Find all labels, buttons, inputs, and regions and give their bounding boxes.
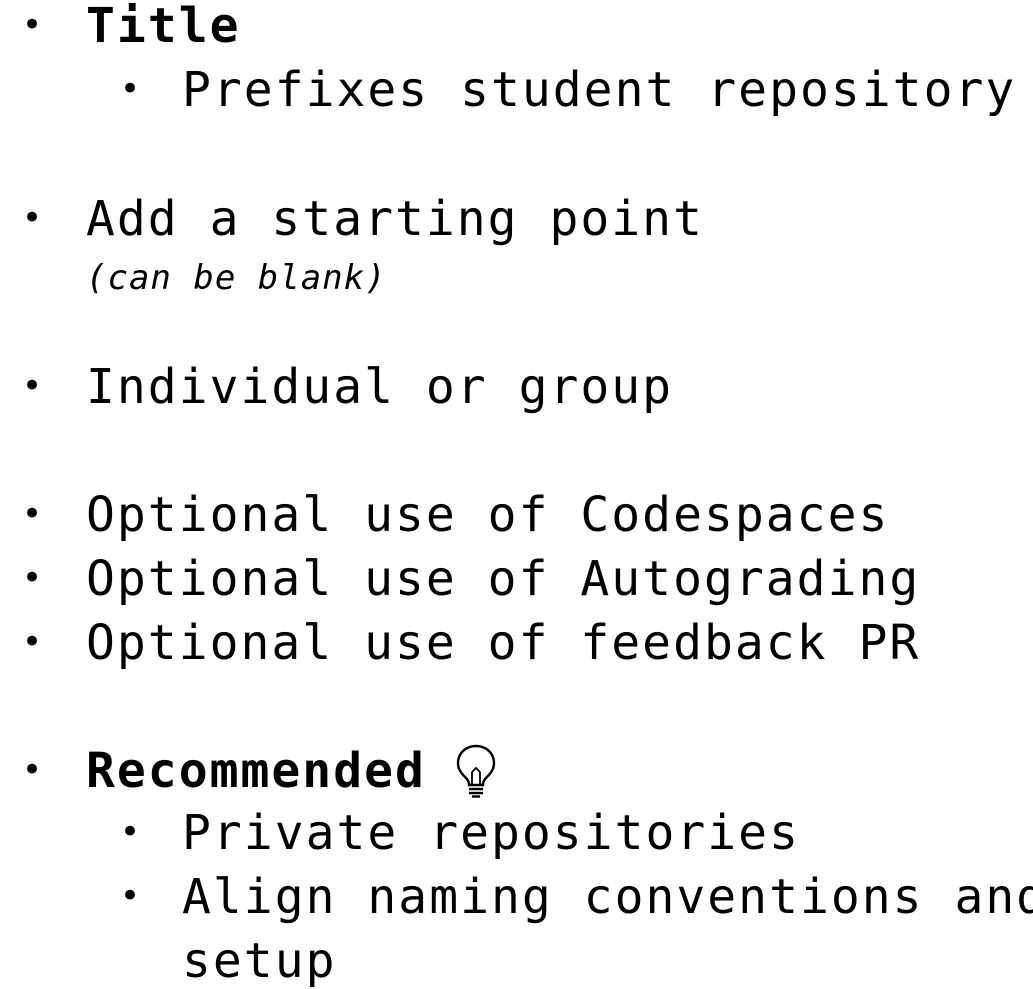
starting-point-note: (can be blank) — [86, 258, 387, 298]
subitem-label: Private repositories — [182, 805, 800, 861]
lightbulb-icon — [456, 744, 496, 798]
subitem-label-continuation: setup — [182, 933, 337, 989]
subitem-label: Prefixes student repository — [182, 62, 1017, 118]
bullet-icon: • — [22, 558, 43, 598]
item-title-label: Title — [86, 0, 241, 54]
subitem-label: Align naming conventions and — [182, 869, 1033, 925]
bullet-icon: • — [120, 876, 141, 916]
bullet-icon: • — [22, 750, 43, 790]
item-optional-label: Optional use of Autograding — [86, 551, 921, 607]
item-recommended-label: Recommended — [86, 743, 426, 799]
item-optional-label: Optional use of feedback PR — [86, 615, 921, 671]
bullet-icon: • — [22, 366, 43, 406]
bullet-icon: • — [22, 198, 43, 238]
bullet-icon: • — [22, 5, 43, 45]
item-starting-point-label: Add a starting point — [86, 191, 704, 247]
bullet-icon: • — [22, 622, 43, 662]
bullet-icon: • — [22, 494, 43, 534]
bullet-list-slide: • Title • Prefixes student repository • … — [0, 0, 1033, 986]
item-individual-group-label: Individual or group — [86, 359, 674, 415]
bullet-icon: • — [120, 69, 141, 109]
item-optional-label: Optional use of Codespaces — [86, 487, 890, 543]
bullet-icon: • — [120, 812, 141, 852]
